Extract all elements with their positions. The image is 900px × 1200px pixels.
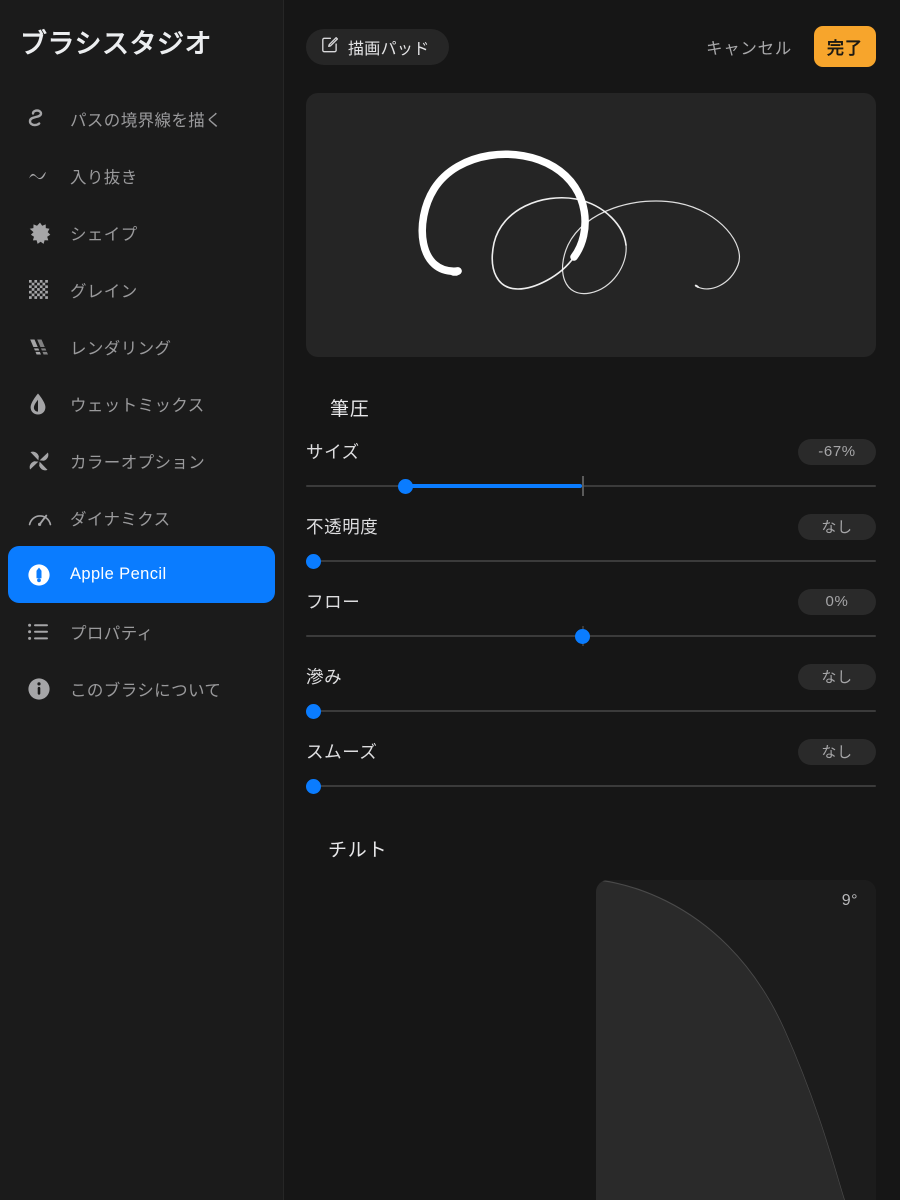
main-panel: 描画パッド キャンセル 完了 筆圧 サイズ -67% 不透明度 なし フロー 0… (284, 0, 900, 1200)
slider-row-opacity: 不透明度 なし (306, 510, 876, 574)
slider-row-smoothing: スムーズ なし (306, 735, 876, 799)
brush-studio-window: ブラシスタジオ パスの境界線を描く 入り抜き シェイプ グレイン レンダリング … (0, 0, 900, 1200)
slider-label: 不透明度 (306, 517, 379, 537)
sidebar-item-label: シェイプ (70, 225, 138, 244)
sidebar-item-label: このブラシについて (70, 681, 222, 700)
slider-thumb[interactable] (306, 554, 321, 569)
slider-label: 滲み (306, 667, 343, 687)
tilt-visualizer[interactable]: 9° (596, 880, 876, 1200)
grain-icon (27, 277, 57, 303)
slider-fill (405, 484, 583, 488)
slider-track-smoothing[interactable] (306, 773, 876, 799)
slider-value-badge: 0% (798, 588, 876, 615)
sidebar-item-label: グレイン (70, 282, 138, 301)
done-button[interactable]: 完了 (814, 26, 876, 67)
sidebar-item-taper[interactable]: 入り抜き (8, 147, 275, 204)
slider-track (306, 785, 876, 787)
slider-track-bleed[interactable] (306, 698, 876, 724)
slider-track (306, 560, 876, 562)
slider-label: フロー (306, 592, 361, 612)
pressure-section-title: 筆圧 (330, 399, 370, 420)
compose-pencil-icon (321, 36, 339, 57)
apple-pencil-icon (27, 562, 57, 588)
stroke-path-icon (27, 106, 57, 132)
rendering-icon (27, 334, 57, 360)
sidebar-item-label: Apple Pencil (70, 565, 167, 584)
sidebar-item-shape[interactable]: シェイプ (8, 204, 275, 261)
sidebar-item-apple-pencil[interactable]: Apple Pencil (8, 546, 275, 604)
tilt-section-title: チルト (328, 840, 388, 861)
sidebar-item-label: プロパティ (70, 624, 154, 643)
slider-label: サイズ (306, 442, 360, 462)
sidebar-item-rendering[interactable]: レンダリング (8, 318, 275, 375)
sidebar-item-label: 入り抜き (70, 168, 138, 187)
sidebar-nav-list: パスの境界線を描く 入り抜き シェイプ グレイン レンダリング ウェットミックス… (0, 90, 283, 717)
sidebar-item-stroke-path[interactable]: パスの境界線を描く (8, 90, 275, 147)
sidebar-item-wet-mix[interactable]: ウェットミックス (8, 375, 275, 432)
brush-stroke-preview (418, 150, 740, 295)
slider-row-flow: フロー 0% (306, 585, 876, 649)
drawing-pad-preview[interactable] (306, 93, 876, 357)
wet-mix-droplet-icon (27, 391, 57, 417)
slider-thumb[interactable] (306, 779, 321, 794)
properties-list-icon (27, 619, 57, 645)
sidebar-item-label: レンダリング (70, 339, 172, 358)
color-options-pinwheel-icon (27, 448, 57, 474)
sidebar-item-dynamics[interactable]: ダイナミクス (8, 489, 275, 546)
sidebar-item-about-brush[interactable]: このブラシについて (8, 660, 275, 717)
sidebar-item-color-options[interactable]: カラーオプション (8, 432, 275, 489)
slider-thumb[interactable] (398, 479, 414, 494)
slider-track (306, 485, 876, 487)
toolbar-actions: キャンセル 完了 (702, 26, 876, 67)
sidebar-item-label: カラーオプション (70, 453, 206, 472)
pressure-sliders: サイズ -67% 不透明度 なし フロー 0% 滲み なし スムーズ なし (284, 435, 900, 799)
slider-center-tick (582, 476, 584, 496)
slider-track-size[interactable] (306, 473, 876, 499)
page-title: ブラシスタジオ (20, 29, 212, 59)
taper-icon (27, 163, 57, 189)
slider-row-bleed: 滲み なし (306, 660, 876, 724)
slider-value-badge: なし (798, 738, 876, 765)
sidebar-item-properties[interactable]: プロパティ (8, 603, 275, 660)
cancel-button[interactable]: キャンセル (702, 29, 796, 65)
slider-track-flow[interactable] (306, 623, 876, 649)
drawing-pad-label: 描画パッド (348, 40, 430, 58)
tilt-arc-graphic (596, 880, 876, 1200)
dynamics-gauge-icon (27, 505, 57, 531)
slider-track (306, 710, 876, 712)
sidebar-item-grain[interactable]: グレイン (8, 261, 275, 318)
slider-track (306, 635, 876, 637)
info-circle-icon (27, 676, 57, 702)
slider-value-badge: -67% (798, 438, 876, 465)
tilt-degree-label: 9° (841, 892, 858, 909)
slider-row-size: サイズ -67% (306, 435, 876, 499)
slider-track-opacity[interactable] (306, 548, 876, 574)
slider-value-badge: なし (798, 513, 876, 540)
slider-value-badge: なし (798, 663, 876, 690)
toolbar: 描画パッド キャンセル 完了 (284, 0, 900, 93)
drawing-pad-button[interactable]: 描画パッド (306, 28, 449, 65)
slider-thumb[interactable] (306, 704, 321, 719)
sidebar-item-label: ダイナミクス (70, 510, 171, 529)
sidebar-item-label: パスの境界線を描く (70, 111, 223, 130)
sidebar: ブラシスタジオ パスの境界線を描く 入り抜き シェイプ グレイン レンダリング … (0, 0, 284, 1200)
slider-thumb[interactable] (574, 629, 590, 644)
slider-label: スムーズ (306, 742, 378, 762)
sidebar-item-label: ウェットミックス (70, 396, 205, 415)
shape-star-icon (27, 220, 57, 246)
